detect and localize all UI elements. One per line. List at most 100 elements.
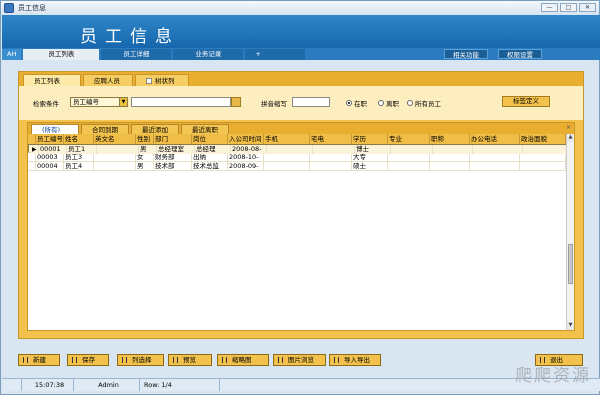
table-cell[interactable]: 技术总监	[192, 162, 228, 171]
vertical-scrollbar[interactable]: ▲ ▼	[566, 134, 574, 330]
radio-all-employees[interactable]: 所有员工	[407, 98, 441, 108]
close-icon[interactable]: ×	[566, 124, 571, 131]
scroll-up-icon[interactable]: ▲	[567, 134, 574, 142]
search-input[interactable]	[131, 97, 231, 107]
table-cell[interactable]: 00003	[36, 153, 64, 162]
table-cell[interactable]: 00004	[36, 162, 64, 171]
table-cell[interactable]: 2008-10-	[228, 153, 264, 162]
tab-business-records[interactable]: 业务记录	[173, 49, 244, 60]
table-cell[interactable]	[310, 162, 352, 171]
table-cell[interactable]: 总经理室	[157, 145, 195, 154]
table-row[interactable]: ▶ 00001 员工1 男总经理室 总经理 2008-08- 博士	[28, 144, 570, 154]
preview-button[interactable]: 预览	[168, 354, 212, 366]
table-cell[interactable]	[310, 153, 352, 162]
table-cell[interactable]	[433, 145, 473, 154]
column-select-button[interactable]: 列选择	[117, 354, 164, 366]
radio-resigned[interactable]: 离职	[378, 98, 399, 108]
table-cell[interactable]	[430, 153, 470, 162]
column-header[interactable]: 政治面貌	[520, 134, 566, 144]
photo-browse-button[interactable]: 图片浏览	[273, 354, 326, 366]
tree-checkbox[interactable]	[146, 78, 152, 84]
table-cell[interactable]: 出纳	[192, 153, 228, 162]
tag-definition-button[interactable]: 标签定义	[502, 96, 550, 107]
tab-ah[interactable]: AH	[2, 49, 22, 60]
table-cell[interactable]	[264, 162, 310, 171]
table-cell[interactable]	[94, 153, 136, 162]
subtab-employee-list[interactable]: 员工列表	[23, 74, 81, 86]
column-header[interactable]: 部门	[154, 134, 192, 144]
table-cell[interactable]: 2008-08-	[231, 145, 267, 154]
table-cell[interactable]	[267, 145, 313, 154]
save-button[interactable]: 保存	[67, 354, 109, 366]
subtab-applicants[interactable]: 应聘人员	[83, 74, 133, 86]
column-header[interactable]: 宅电	[310, 134, 352, 144]
column-header[interactable]: 岗位	[192, 134, 228, 144]
radio-active[interactable]: 在职	[346, 98, 367, 108]
minimize-button[interactable]: —	[541, 3, 558, 12]
table-cell[interactable]: 博士	[355, 145, 391, 154]
table-cell[interactable]	[523, 145, 569, 154]
table-cell[interactable]	[264, 153, 310, 162]
related-functions-button[interactable]: 相关功能	[444, 49, 488, 59]
column-header[interactable]: 员工编号	[36, 134, 64, 144]
close-button[interactable]: ✕	[579, 3, 596, 12]
table-cell[interactable]	[520, 162, 566, 171]
column-header[interactable]: 专业	[388, 134, 430, 144]
scroll-thumb[interactable]	[568, 244, 573, 284]
table-cell[interactable]: 男	[136, 162, 154, 171]
column-header[interactable]: 性别	[136, 134, 154, 144]
table-cell[interactable]: 大专	[352, 153, 388, 162]
table-cell[interactable]	[470, 162, 520, 171]
column-header[interactable]: 姓名	[64, 134, 94, 144]
table-cell[interactable]	[520, 153, 566, 162]
banner-title: 员工信息	[80, 27, 180, 47]
table-cell[interactable]: 技术部	[154, 162, 192, 171]
table-cell[interactable]: 女	[136, 153, 154, 162]
grid-tab-recently-resigned[interactable]: 最近离职	[181, 124, 229, 134]
permission-settings-button[interactable]: 权限设置	[498, 49, 542, 59]
table-cell[interactable]	[430, 162, 470, 171]
tab-employee-detail[interactable]: 员工详细	[101, 49, 172, 60]
table-cell[interactable]	[388, 153, 430, 162]
tab-add[interactable]: +	[245, 49, 306, 60]
import-export-button[interactable]: 导入导出	[329, 354, 381, 366]
condition-field-select[interactable]: 员工编号 ▼	[70, 97, 128, 107]
subtab-tree-list[interactable]: 树状列表	[135, 74, 189, 97]
table-cell[interactable]: 硕士	[352, 162, 388, 171]
column-header[interactable]: 英文名	[94, 134, 136, 144]
search-ellipsis-button[interactable]	[231, 97, 241, 107]
table-cell[interactable]: 2008-09-	[228, 162, 264, 171]
table-cell[interactable]: 总经理	[195, 145, 231, 154]
scroll-down-icon[interactable]: ▼	[567, 322, 574, 330]
table-cell[interactable]	[470, 153, 520, 162]
grid-tab-recently-added[interactable]: 最近添加	[131, 124, 179, 134]
table-cell[interactable]: 财务部	[154, 153, 192, 162]
table-cell[interactable]	[313, 145, 355, 154]
column-header[interactable]: 手机	[264, 134, 310, 144]
tab-employee-list[interactable]: 员工列表	[23, 49, 100, 60]
pinyin-input[interactable]	[292, 97, 330, 107]
table-cell[interactable]: 员工3	[64, 153, 94, 162]
column-header[interactable]: 职称	[430, 134, 470, 144]
table-cell[interactable]	[94, 162, 136, 171]
table-cell[interactable]	[473, 145, 523, 154]
table-row[interactable]: 00004 员工4 男技术部 技术总监 2008-09- 硕士	[28, 162, 566, 171]
table-row[interactable]: 00003 员工3 女财务部 出纳 2008-10- 大专	[28, 153, 566, 162]
grid-tab-contract-expiry[interactable]: 合同到期	[81, 124, 129, 134]
maximize-button[interactable]: □	[560, 3, 577, 12]
table-cell[interactable]: 员工1	[67, 145, 97, 154]
table-cell[interactable]: 男	[139, 145, 157, 154]
window-title: 员工信息	[18, 4, 46, 12]
table-cell[interactable]: 员工4	[64, 162, 94, 171]
column-header[interactable]: 入公司时间	[228, 134, 264, 144]
thumbnail-button[interactable]: 缩略图	[217, 354, 269, 366]
grid-tab-all[interactable]: (所有)	[31, 124, 79, 134]
column-header[interactable]: 学历	[352, 134, 388, 144]
table-cell[interactable]	[388, 162, 430, 171]
column-header[interactable]: 办公电话	[470, 134, 520, 144]
table-cell[interactable]	[97, 145, 139, 154]
new-button[interactable]: 新建	[18, 354, 60, 366]
table-cell[interactable]: 00001	[39, 145, 67, 154]
status-user: Admin	[74, 379, 140, 391]
table-cell[interactable]	[391, 145, 433, 154]
